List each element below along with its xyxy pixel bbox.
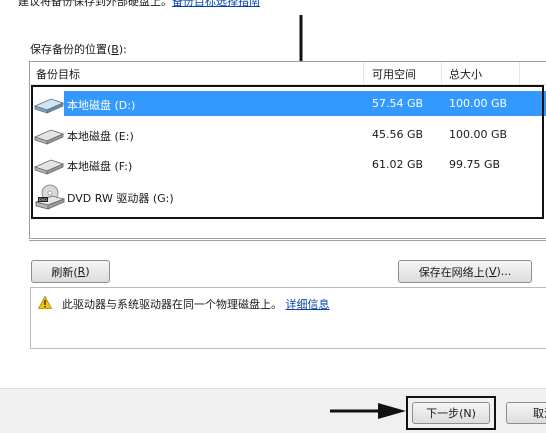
recommendation-text: 建议将备份保存到外部硬盘上。 (18, 0, 172, 8)
cancel-button[interactable]: 取消 (506, 402, 546, 424)
next-button[interactable]: 下一步(N) (412, 402, 490, 424)
backup-location-label: 保存备份的位置(B): (30, 43, 127, 56)
message-text-line: 此驱动器与系统驱动器在同一个物理磁盘上。 详细信息 (62, 296, 330, 312)
recommendation-note: 建议将备份保存到外部硬盘上。备份目标选择指南 (18, 0, 260, 9)
column-free-space[interactable]: 可用空间 (372, 66, 416, 82)
drive-list-header: 备份目标 可用空间 总大小 (30, 62, 546, 85)
info-message-box: 此驱动器与系统驱动器在同一个物理磁盘上。 详细信息 (30, 287, 546, 349)
save-on-network-button[interactable]: 保存在网络上(V)... (398, 260, 532, 283)
backup-guide-link[interactable]: 备份目标选择指南 (172, 0, 260, 8)
column-total-size[interactable]: 总大小 (449, 66, 482, 82)
column-divider[interactable] (363, 62, 364, 84)
column-target[interactable]: 备份目标 (36, 66, 80, 82)
details-link[interactable]: 详细信息 (286, 298, 330, 311)
right-arrow-annotation (330, 403, 406, 419)
column-divider[interactable] (519, 62, 520, 84)
warning-icon (38, 296, 52, 309)
drive-rows-annotation-box (31, 85, 544, 219)
column-divider[interactable] (441, 62, 442, 84)
refresh-button[interactable]: 刷新(R) (31, 260, 110, 283)
list-bottom-border (29, 240, 546, 241)
message-text: 此驱动器与系统驱动器在同一个物理磁盘上。 (62, 298, 282, 311)
